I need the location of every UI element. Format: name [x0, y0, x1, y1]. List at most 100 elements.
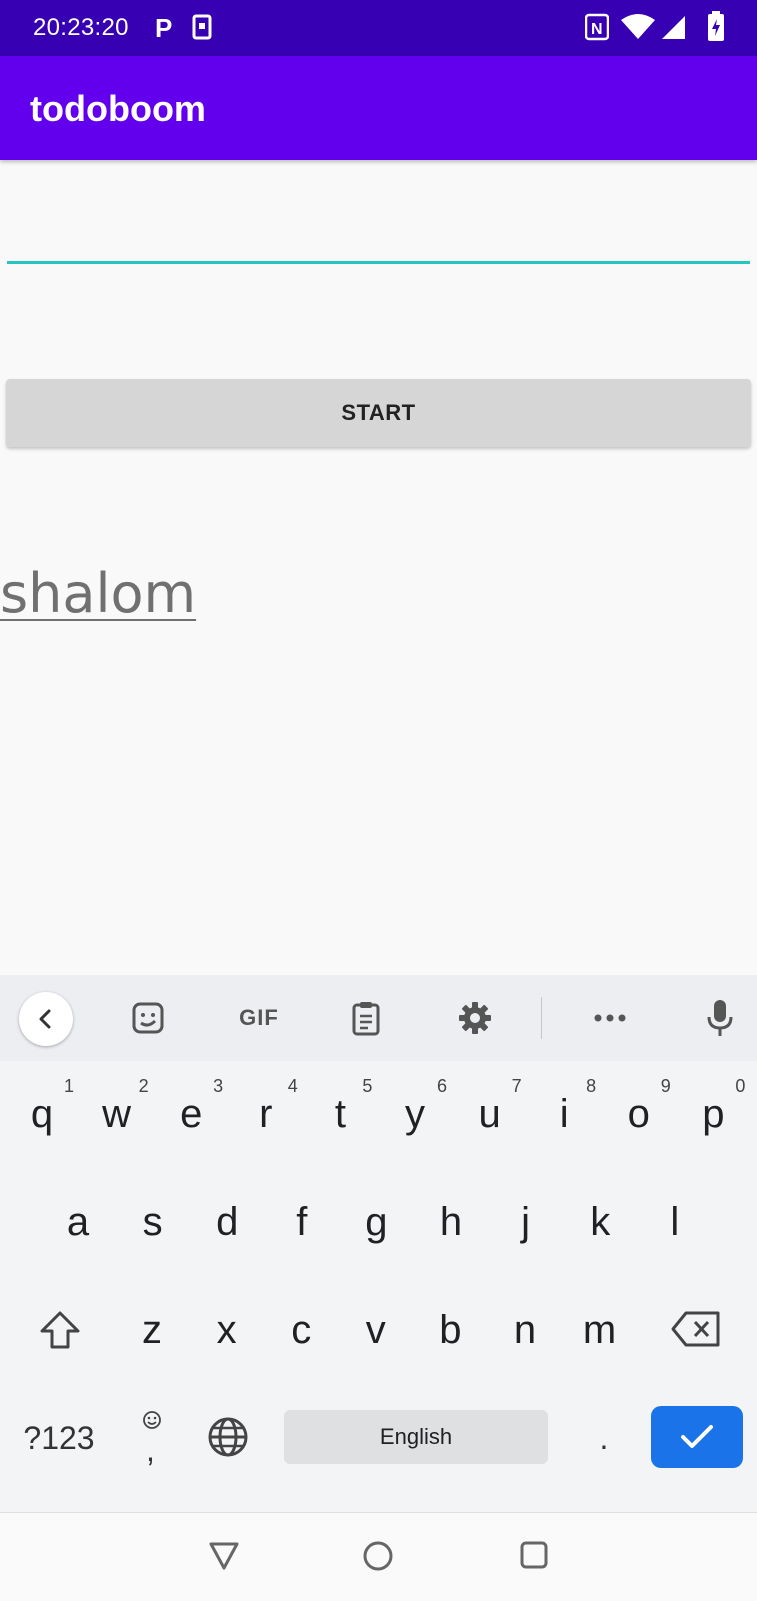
key-label: s: [142, 1200, 163, 1244]
key-hint: 4: [287, 1076, 298, 1096]
key-hint: 3: [213, 1076, 224, 1096]
key-label: w: [102, 1092, 132, 1136]
key-hint: 1: [63, 1076, 74, 1096]
status-bar: 20:23:20 P N: [0, 0, 757, 56]
key-k[interactable]: k: [566, 1190, 634, 1250]
key-label: q: [30, 1092, 54, 1136]
key-g[interactable]: g: [342, 1190, 410, 1250]
todo-item[interactable]: shalom: [0, 562, 196, 625]
key-label: j: [521, 1200, 531, 1244]
key-label: l: [670, 1200, 680, 1244]
key-e[interactable]: e3: [157, 1076, 225, 1142]
key-r[interactable]: r4: [232, 1076, 300, 1142]
key-label: k: [590, 1200, 611, 1244]
key-n[interactable]: n: [491, 1298, 559, 1358]
key-f[interactable]: f: [268, 1190, 336, 1250]
key-label: c: [291, 1308, 312, 1352]
more-icon[interactable]: [586, 994, 634, 1042]
key-label: i: [559, 1092, 569, 1136]
key-label: f: [296, 1200, 308, 1244]
key-label: p: [702, 1092, 725, 1136]
key-label: v: [365, 1308, 386, 1352]
key-hint: 2: [138, 1076, 149, 1096]
parking-notification-icon: P: [153, 13, 177, 46]
key-c[interactable]: c: [267, 1298, 335, 1358]
key-label: t: [334, 1092, 346, 1136]
status-time: 20:23:20: [33, 14, 129, 41]
key-label: o: [627, 1092, 650, 1136]
key-u[interactable]: u7: [456, 1076, 524, 1142]
key-o[interactable]: o9: [605, 1076, 673, 1142]
backspace-key[interactable]: [668, 1310, 724, 1360]
key-hint: 9: [660, 1076, 671, 1096]
key-p[interactable]: p0: [679, 1076, 747, 1142]
key-h[interactable]: h: [417, 1190, 485, 1250]
key-hint: 7: [511, 1076, 522, 1096]
nav-recents-icon[interactable]: [519, 1540, 549, 1570]
keyboard-toolbar: GIF: [0, 975, 757, 1061]
toolbar-divider: [541, 997, 542, 1039]
sticker-icon[interactable]: [124, 994, 172, 1042]
space-key[interactable]: English: [284, 1410, 548, 1464]
key-label: g: [365, 1200, 388, 1244]
symbols-key-label: ?123: [23, 1420, 95, 1456]
clipboard-icon[interactable]: [342, 994, 390, 1042]
key-label: x: [216, 1308, 237, 1352]
svg-text:N: N: [591, 21, 603, 38]
checkmark-icon: [681, 1425, 713, 1448]
key-hint: 8: [586, 1076, 597, 1096]
battery-charging-icon: [708, 11, 724, 46]
key-l[interactable]: l: [641, 1190, 709, 1250]
key-label: u: [478, 1092, 501, 1136]
back-icon[interactable]: [19, 992, 73, 1046]
key-a[interactable]: a: [44, 1190, 112, 1250]
key-d[interactable]: d: [193, 1190, 261, 1250]
enter-key[interactable]: [651, 1406, 743, 1468]
app-bar: todoboom: [0, 56, 757, 160]
key-label: n: [513, 1308, 537, 1352]
comma-key[interactable]: ,: [132, 1410, 172, 1470]
key-s[interactable]: s: [119, 1190, 187, 1250]
wifi-icon: [620, 14, 656, 45]
key-y[interactable]: y6: [381, 1076, 449, 1142]
key-label: e: [180, 1092, 203, 1136]
key-label: m: [582, 1308, 617, 1352]
key-j[interactable]: j: [492, 1190, 560, 1250]
todo-text-field[interactable]: [7, 190, 750, 266]
key-label: b: [439, 1308, 462, 1352]
key-m[interactable]: m: [566, 1298, 634, 1358]
shift-key[interactable]: [32, 1310, 88, 1360]
key-label: d: [216, 1200, 239, 1244]
key-t[interactable]: t5: [306, 1076, 374, 1142]
signal-icon: [660, 14, 686, 45]
key-w[interactable]: w2: [83, 1076, 151, 1142]
key-label: y: [405, 1092, 425, 1136]
period-key-label: .: [599, 1420, 609, 1456]
period-key[interactable]: .: [592, 1420, 616, 1460]
key-q[interactable]: q1: [8, 1076, 76, 1142]
key-hint: 6: [436, 1076, 447, 1096]
mic-icon[interactable]: [696, 994, 744, 1042]
key-label: r: [259, 1092, 273, 1136]
key-label: z: [142, 1308, 162, 1352]
key-v[interactable]: v: [342, 1298, 410, 1358]
nav-home-icon[interactable]: [362, 1540, 394, 1572]
download-notification-icon: [192, 13, 212, 46]
app-title: todoboom: [30, 88, 206, 129]
start-button[interactable]: START: [6, 379, 751, 447]
globe-icon[interactable]: [206, 1416, 250, 1460]
key-hint: 0: [735, 1076, 746, 1096]
settings-icon[interactable]: [451, 994, 499, 1042]
nav-back-icon[interactable]: [208, 1541, 240, 1571]
key-x[interactable]: x: [193, 1298, 261, 1358]
key-hint: 5: [362, 1076, 373, 1096]
key-z[interactable]: z: [118, 1298, 186, 1358]
symbols-key[interactable]: ?123: [14, 1420, 104, 1460]
emoji-icon: [143, 1411, 161, 1429]
key-b[interactable]: b: [416, 1298, 484, 1358]
navigation-bar: [0, 1512, 757, 1601]
gif-label: GIF: [239, 1005, 279, 1030]
key-i[interactable]: i8: [530, 1076, 598, 1142]
svg-text:P: P: [155, 13, 172, 41]
gif-icon[interactable]: GIF: [231, 994, 287, 1042]
